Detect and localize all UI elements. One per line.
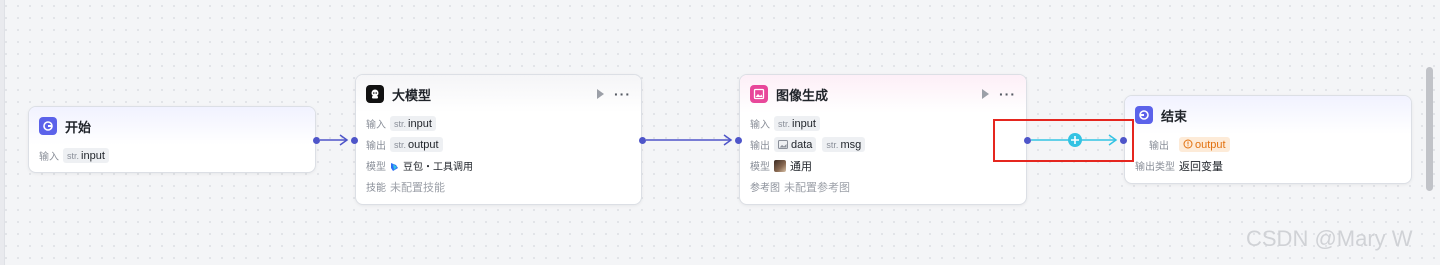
model-value: 通用 — [790, 160, 812, 173]
skill-label: 技能 — [366, 183, 386, 194]
workflow-canvas[interactable]: 开始 输入 str. input 大模型 ··· 输入 str. input 输… — [0, 0, 1440, 265]
image-type-icon — [778, 138, 788, 152]
llm-skill-row: 技能 未配置技能 — [356, 176, 641, 197]
output-type-value: 返回变量 — [1179, 160, 1223, 173]
more-icon[interactable]: ··· — [999, 87, 1016, 101]
input-label: 输入 — [39, 152, 59, 163]
image-model-row: 模型 通用 — [740, 155, 1026, 176]
variable-tag: str. input — [63, 148, 109, 163]
output-label: 输出 — [366, 141, 386, 152]
model-label: 模型 — [366, 162, 386, 173]
image-gen-icon — [750, 85, 768, 103]
llm-input-row: 输入 str. input — [356, 113, 641, 134]
llm-icon — [366, 85, 384, 103]
image-gen-node[interactable]: 图像生成 ··· 输入 str. input 输出 data str. msg … — [739, 74, 1027, 205]
end-output-row: 输出 output — [1125, 134, 1411, 155]
end-node-header: 结束 — [1125, 96, 1411, 134]
input-label: 输入 — [750, 120, 770, 131]
variable-tag: str. output — [390, 137, 443, 152]
warning-icon — [1183, 138, 1193, 152]
variable-tag: str. input — [390, 116, 436, 131]
model-value: 豆包・工具调用 — [403, 162, 473, 173]
start-node-header: 开始 — [29, 107, 315, 145]
llm-node[interactable]: 大模型 ··· 输入 str. input 输出 str. output 模型 — [355, 74, 642, 205]
image-input-row: 输入 str. input — [740, 113, 1026, 134]
start-icon — [39, 117, 57, 135]
model-thumbnail-icon — [774, 159, 786, 172]
start-node[interactable]: 开始 输入 str. input — [28, 106, 316, 173]
start-node-title: 开始 — [65, 119, 92, 135]
reference-value: 未配置参考图 — [784, 181, 850, 194]
end-node-title: 结束 — [1161, 108, 1188, 124]
image-ref-row: 参考图 未配置参考图 — [740, 176, 1026, 197]
play-icon[interactable] — [597, 89, 604, 99]
output-label: 输出 — [1149, 141, 1169, 152]
end-icon — [1135, 106, 1153, 124]
input-label: 输入 — [366, 120, 386, 131]
variable-tag: str. msg — [822, 137, 866, 152]
llm-model-row: 模型 豆包・工具调用 — [356, 155, 641, 176]
model-label: 模型 — [750, 162, 770, 173]
play-icon[interactable] — [982, 89, 989, 99]
highlight-annotation — [993, 119, 1134, 162]
image-node-title: 图像生成 — [776, 87, 829, 103]
image-node-header: 图像生成 ··· — [740, 75, 1026, 113]
image-output-row: 输出 data str. msg — [740, 134, 1026, 155]
llm-node-title: 大模型 — [392, 87, 432, 103]
end-node[interactable]: 结束 输出 output 输出类型 返回变量 — [1124, 95, 1412, 184]
vertical-scrollbar[interactable] — [1426, 67, 1433, 191]
reference-label: 参考图 — [750, 183, 780, 194]
watermark: CSDN @Mary W — [1246, 226, 1413, 251]
more-icon[interactable]: ··· — [614, 87, 631, 101]
llm-output-row: 输出 str. output — [356, 134, 641, 155]
output-variable-tag: output — [1179, 137, 1230, 152]
variable-tag: str. input — [774, 116, 820, 131]
image-variable-tag: data — [774, 137, 817, 152]
llm-output-port[interactable] — [639, 137, 646, 144]
skill-value: 未配置技能 — [390, 181, 445, 194]
output-label: 输出 — [750, 141, 770, 152]
end-type-row: 输出类型 返回变量 — [1125, 155, 1411, 176]
doubao-icon — [390, 161, 399, 171]
image-input-port[interactable] — [735, 137, 742, 144]
start-output-port[interactable] — [313, 137, 320, 144]
llm-node-header: 大模型 ··· — [356, 75, 641, 113]
start-input-row: 输入 str. input — [29, 145, 315, 166]
llm-input-port[interactable] — [351, 137, 358, 144]
output-type-label: 输出类型 — [1135, 162, 1175, 173]
